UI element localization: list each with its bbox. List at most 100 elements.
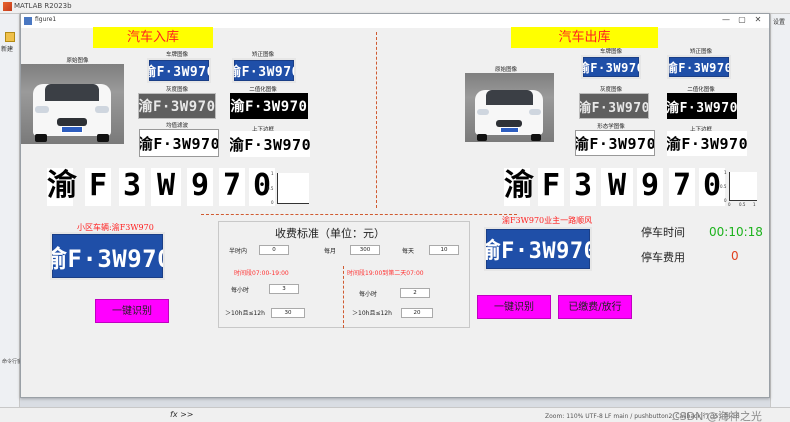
fee-daily-label: 每天: [402, 248, 415, 255]
exit-corrected-caption: 矫正图像: [689, 49, 712, 55]
fee-night-over-label: ＞10h且≤12h: [352, 310, 392, 317]
entry-axes-ytick: 0: [271, 200, 274, 205]
exit-border-image: 渝F·3W970: [667, 131, 747, 156]
fee-day-over-input[interactable]: 30: [271, 308, 305, 318]
entry-recognize-button[interactable]: 一键识别: [95, 299, 169, 323]
exit-char-1: 渝: [504, 168, 534, 206]
entry-char-3: 3: [119, 168, 145, 206]
exit-recognize-button[interactable]: 一键识别: [477, 295, 551, 319]
new-button-label[interactable]: 新建: [1, 44, 13, 53]
matlab-left-toolstrip: 新建: [0, 14, 20, 407]
entry-char-5: 9: [187, 168, 213, 206]
exit-axes-xtick: 0: [728, 202, 731, 207]
figure-icon: [24, 17, 32, 25]
settings-button[interactable]: 设置: [773, 17, 785, 26]
matlab-right-toolstrip: 设置: [770, 14, 790, 407]
entry-title: 汽车入库: [93, 27, 213, 48]
matlab-statusbar: fx >> Zoom: 110% UTF-8 LF main / pushbut…: [0, 407, 790, 422]
entry-char-6: 7: [219, 168, 245, 206]
exit-morph-caption: 形态学图像: [597, 124, 625, 130]
exit-binary-image: 渝F·3W970: [667, 93, 737, 119]
entry-char-4: W: [151, 168, 181, 206]
divider-horizontal: [201, 214, 517, 215]
exit-axes-ytick: 0.5: [720, 184, 727, 189]
entry-char-2: F: [85, 168, 111, 206]
park-fee-value: 0: [731, 249, 739, 263]
fee-free-label: 半时内: [229, 248, 248, 255]
entry-gray-caption: 灰度图像: [165, 87, 188, 93]
entry-axes-ytick: 0.5: [267, 186, 274, 191]
entry-final-plate: 渝F·3W970: [50, 232, 165, 280]
entry-axes-ytick: 1: [271, 171, 274, 176]
exit-plate-image: 渝F·3W970: [581, 55, 641, 79]
fee-day-period: 时间段07:00-19:00: [234, 270, 289, 277]
exit-final-plate: 渝F·3W970: [484, 227, 592, 271]
exit-corrected-image: 渝F·3W970: [667, 55, 731, 79]
exit-char-5: 9: [637, 168, 663, 206]
entry-corrected-image: 渝F·3W970: [232, 58, 296, 83]
fee-divider: [343, 266, 344, 328]
exit-axes-ytick: 0: [724, 198, 727, 203]
exit-recognized-text: 渝F3W970业主一路顺风: [502, 216, 593, 225]
fee-night-over-input[interactable]: 20: [401, 308, 433, 318]
fee-panel: 收费标准（单位：元） 半时内 0 每月 300 每天 10 时间段07:00-1…: [218, 221, 470, 328]
new-file-icon[interactable]: [5, 32, 15, 42]
exit-char-3: 3: [570, 168, 596, 206]
exit-char-2: F: [538, 168, 564, 206]
exit-plate-caption: 车牌图像: [599, 49, 622, 55]
fee-day-over-label: ＞10h且≤12h: [225, 310, 265, 317]
entry-filter-caption: 均值滤波: [165, 123, 188, 129]
entry-original-caption: 原始图像: [66, 58, 89, 64]
entry-plate-image: 渝F·3W970: [147, 58, 211, 83]
fee-day-hour-input[interactable]: 3: [269, 284, 299, 294]
park-time-value: 00:10:18: [709, 225, 763, 239]
entry-binary-image: 渝F·3W970: [230, 93, 308, 119]
entry-original-image: [21, 64, 124, 144]
entry-binary-caption: 二值化图像: [249, 87, 277, 93]
close-button[interactable]: ✕: [751, 15, 765, 24]
fee-free-input[interactable]: 0: [259, 245, 289, 255]
exit-gray-image: 渝F·3W970: [579, 93, 649, 119]
fee-day-hour-label: 每小时: [231, 287, 250, 294]
exit-char-6: 7: [669, 168, 695, 206]
entry-border-image: 渝F·3W970: [230, 131, 310, 157]
divider-vertical-top: [376, 32, 377, 208]
maximize-button[interactable]: ▢: [735, 15, 749, 24]
fee-monthly-label: 每月: [324, 248, 337, 255]
exit-axes-ytick: 1: [724, 170, 727, 175]
entry-char-1: 渝: [47, 168, 77, 206]
exit-original-caption: 原始图像: [494, 67, 517, 73]
exit-empty-axes: [729, 172, 757, 201]
entry-plate-caption: 车牌图像: [165, 52, 188, 58]
entry-filter-image: 渝F·3W970: [139, 129, 219, 157]
fee-night-hour-label: 每小时: [359, 291, 378, 298]
entry-corrected-caption: 矫正图像: [251, 52, 274, 58]
matlab-title: MATLAB R2023b: [14, 2, 72, 10]
figure-title: figure1: [35, 16, 57, 23]
exit-binary-caption: 二值化图像: [687, 87, 715, 93]
exit-gray-caption: 灰度图像: [599, 87, 622, 93]
watermark: CSDN @海神之光: [672, 410, 762, 422]
entry-empty-axes: [277, 173, 309, 204]
command-prompt[interactable]: fx >>: [170, 410, 194, 419]
exit-axes-xtick: 1: [753, 202, 756, 207]
fee-night-period: 时间段19:00到第二天07:00: [347, 270, 424, 277]
exit-char-4: W: [601, 168, 633, 206]
figure-titlebar: figure1 — ▢ ✕: [21, 14, 769, 28]
fee-title: 收费标准（单位：元）: [275, 227, 385, 240]
paid-release-button[interactable]: 已缴费/放行: [558, 295, 632, 319]
figure-window: figure1 — ▢ ✕ 汽车入库 原始图像 车牌图像 渝F·3W970 矫正…: [20, 13, 770, 398]
exit-axes-xtick: 0.5: [739, 202, 746, 207]
minimize-button[interactable]: —: [719, 15, 733, 24]
matlab-titlebar: MATLAB R2023b: [0, 0, 790, 14]
exit-original-image: [465, 73, 554, 142]
exit-title: 汽车出库: [511, 27, 658, 48]
fee-night-hour-input[interactable]: 2: [400, 288, 430, 298]
fee-monthly-input[interactable]: 300: [350, 245, 380, 255]
exit-morph-image: 渝F·3W970: [575, 130, 655, 156]
park-fee-label: 停车费用: [641, 251, 685, 264]
entry-gray-image: 渝F·3W970: [138, 93, 216, 119]
fee-daily-input[interactable]: 10: [429, 245, 459, 255]
matlab-logo-icon: [3, 2, 12, 11]
park-time-label: 停车时间: [641, 226, 685, 239]
